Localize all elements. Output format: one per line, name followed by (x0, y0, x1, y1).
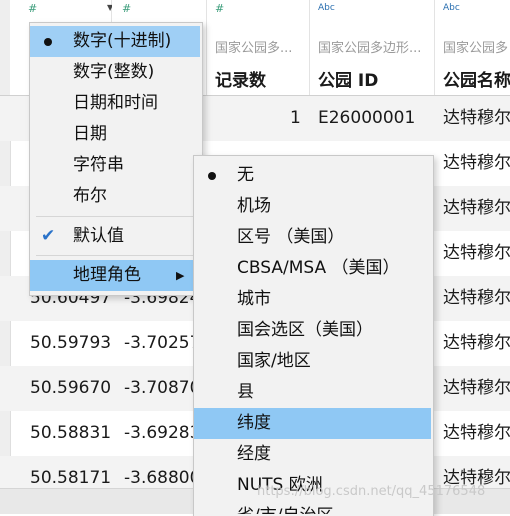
column-field-name: 公园 ID (318, 71, 379, 91)
column-source-name: 国家公园多... (215, 41, 293, 56)
longitude-cell: -3.70257 (124, 333, 201, 353)
park-name-cell: 达特穆尔 (443, 198, 510, 218)
data-type-menu: 数字(十进制) 数字(整数) 日期和时间 日期 字符串 布尔 ✔ 默认值 地理角… (29, 22, 203, 296)
column-source-name: 国家公园多 (443, 41, 509, 56)
string-type-icon[interactable]: Abc (318, 3, 335, 13)
menu-item-boolean[interactable]: 布尔 (30, 181, 200, 212)
column-header-park-name[interactable]: Abc 国家公园多 公园名称 (435, 0, 510, 95)
selected-bullet-icon (44, 38, 52, 46)
menu-divider (36, 216, 196, 217)
menu-item-state-province[interactable]: 省/市/自治区 (194, 501, 431, 514)
menu-item-city[interactable]: 城市 (194, 284, 431, 315)
column-source-name: 国家公园多边形... (318, 41, 422, 56)
record-count-cell: 1 (290, 108, 301, 128)
park-name-cell: 达特穆尔 (443, 288, 510, 308)
column-header-record-count[interactable]: # 国家公园多... 记录数 (207, 0, 310, 95)
number-type-icon[interactable]: # (122, 2, 131, 15)
menu-item-longitude[interactable]: 经度 (194, 439, 431, 470)
menu-item-congressional-district[interactable]: 国会选区（美国） (194, 315, 431, 346)
park-name-cell: 达特穆尔 (443, 108, 510, 128)
menu-item-date[interactable]: 日期 (30, 119, 200, 150)
park-name-cell: 达特穆尔 (443, 333, 510, 353)
checkmark-icon: ✔ (41, 226, 56, 246)
menu-item-geographic-role[interactable]: 地理角色 ▶ (30, 260, 200, 291)
column-field-name: 公园名称 (443, 71, 510, 91)
selected-bullet-icon (208, 172, 216, 180)
park-id-cell: E26000001 (318, 108, 416, 128)
park-name-cell: 达特穆尔 (443, 243, 510, 263)
submenu-arrow-icon: ▶ (176, 269, 185, 282)
latitude-cell: 50.58831 (30, 423, 112, 443)
number-type-icon[interactable]: # (215, 2, 224, 15)
string-type-icon[interactable]: Abc (443, 3, 460, 13)
menu-item-number-decimal[interactable]: 数字(十进制) (30, 26, 200, 57)
menu-item-string[interactable]: 字符串 (30, 150, 200, 181)
menu-item-number-integer[interactable]: 数字(整数) (30, 57, 200, 88)
menu-item-none[interactable]: 无 (194, 160, 431, 191)
park-name-cell: 达特穆尔 (443, 153, 510, 173)
watermark-text: https://blog.csdn.net/qq_45176548 (257, 484, 486, 499)
menu-item-country-region[interactable]: 国家/地区 (194, 346, 431, 377)
menu-item-airport[interactable]: 机场 (194, 191, 431, 222)
longitude-cell: -3.70870 (124, 378, 201, 398)
column-header-park-id[interactable]: Abc 国家公园多边形... 公园 ID (310, 0, 435, 95)
geographic-role-submenu: 无 机场 区号 （美国） CBSA/MSA （美国） 城市 国会选区（美国） 国… (193, 155, 434, 516)
number-type-icon[interactable]: # (28, 2, 37, 15)
latitude-cell: 50.59793 (30, 333, 112, 353)
menu-item-area-code[interactable]: 区号 （美国） (194, 222, 431, 253)
column-field-name: 记录数 (215, 71, 266, 91)
menu-item-default-value[interactable]: ✔ 默认值 (30, 221, 200, 252)
longitude-cell: -3.69283 (124, 423, 201, 443)
menu-item-cbsa-msa[interactable]: CBSA/MSA （美国） (194, 253, 431, 284)
menu-item-county[interactable]: 县 (194, 377, 431, 408)
menu-item-datetime[interactable]: 日期和时间 (30, 88, 200, 119)
menu-item-latitude[interactable]: 纬度 (194, 408, 431, 439)
park-name-cell: 达特穆尔 (443, 423, 510, 443)
menu-divider (36, 255, 196, 256)
park-name-cell: 达特穆尔 (443, 378, 510, 398)
latitude-cell: 50.59670 (30, 378, 112, 398)
